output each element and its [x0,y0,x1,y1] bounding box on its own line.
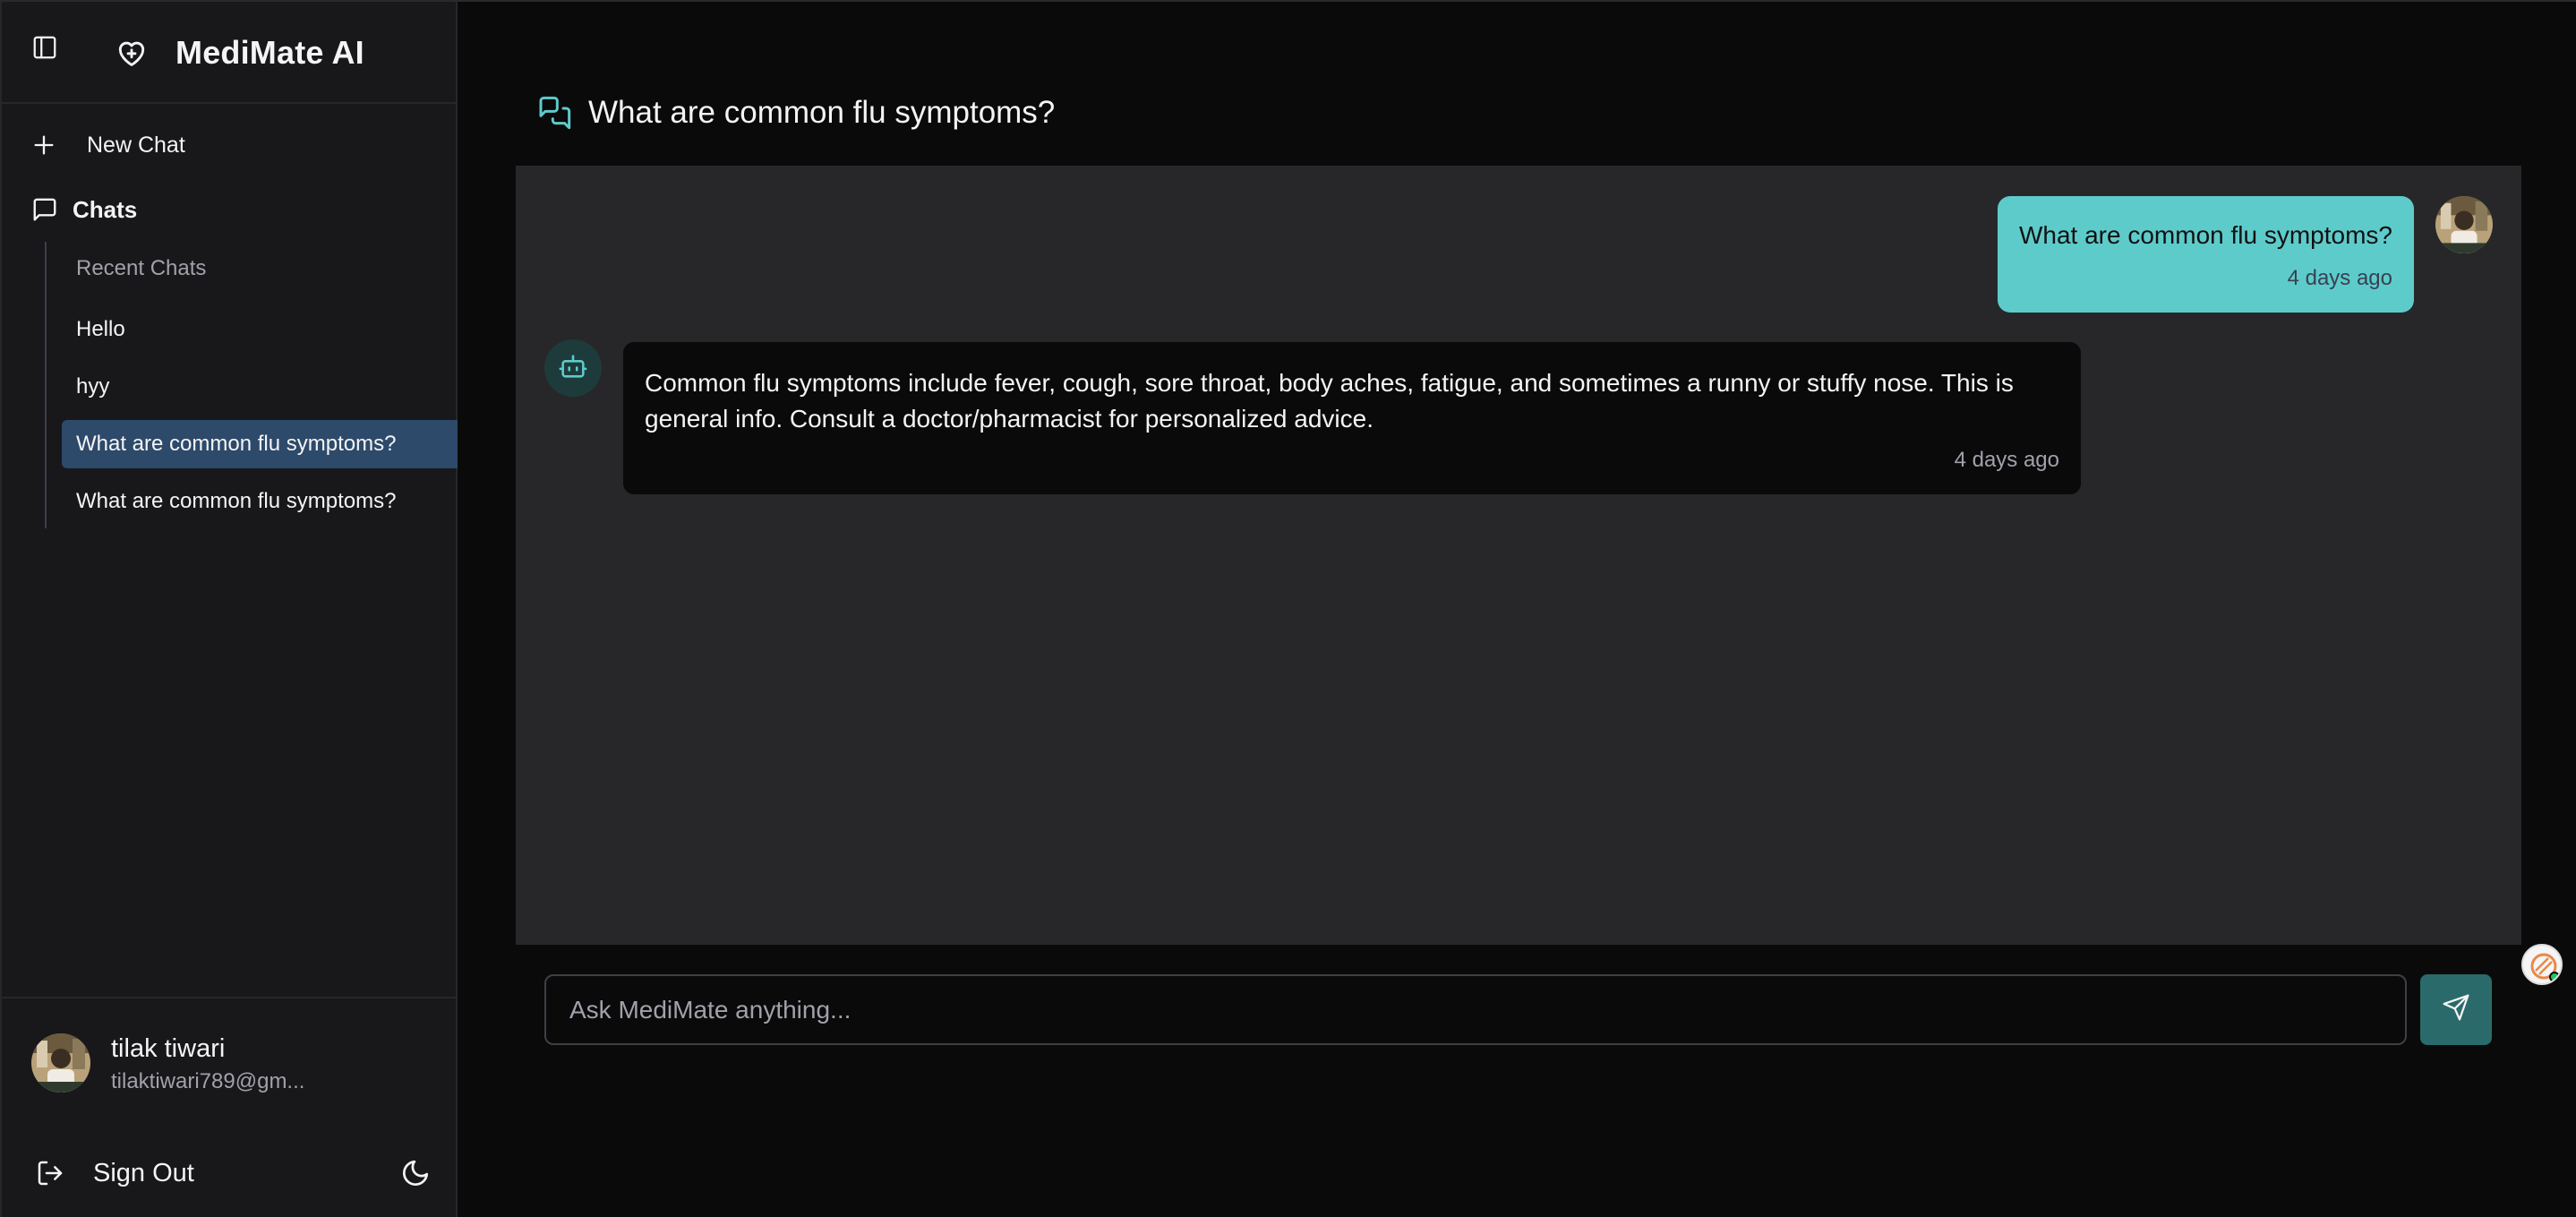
message-square-icon [31,196,58,223]
send-button[interactable] [2420,974,2492,1045]
floating-profile-widget[interactable] [2521,944,2563,985]
chat-input[interactable] [546,976,2405,1043]
main-panel: What are common flu symptoms? What are c… [458,0,2576,1217]
user-message-text: What are common flu symptoms? [2018,221,2392,249]
send-icon [2442,993,2470,1026]
online-status-dot [2549,972,2560,982]
recent-chats-label: Recent Chats [76,256,207,280]
user-email: tilaktiwari789@gm... [111,1069,305,1093]
user-panel: tilak tiwari tilaktiwari789@gm... Sign O… [2,997,456,1217]
avatar[interactable] [31,1033,90,1093]
user-name: tilak tiwari [111,1034,226,1063]
sign-out-button[interactable]: Sign Out [36,1155,194,1191]
chat-list-item[interactable]: hyy [62,363,461,411]
message-list[interactable]: What are common flu symptoms? 4 days ago [516,166,2521,945]
new-chat-button[interactable]: New Chat [31,127,185,163]
sidebar-header: MediMate AI [2,2,456,104]
conversation-header: What are common flu symptoms? [536,95,1055,131]
assistant-message-time: 4 days ago [1954,448,2059,472]
bot-icon [558,351,588,386]
log-out-icon [36,1159,64,1187]
sidebar-toggle-icon[interactable] [31,34,58,61]
heart-plus-icon [115,36,149,70]
page-title: What are common flu symptoms? [588,95,1056,130]
user-message: What are common flu symptoms? 4 days ago [1997,196,2414,313]
chat-list-item[interactable]: Hello [62,305,461,354]
assistant-message: Common flu symptoms include fever, cough… [623,342,2081,494]
sidebar: MediMate AI New Chat Chats Recent Chats … [0,0,461,1217]
chats-label: Chats [73,195,138,223]
user-message-time: 4 days ago [2287,266,2392,290]
messages-icon [536,95,572,131]
new-chat-label: New Chat [87,132,185,158]
message-composer [544,974,2407,1045]
chats-section-toggle[interactable]: Chats [31,192,137,227]
assistant-message-text: Common flu symptoms include fever, cough… [645,369,2014,433]
chat-list: Recent Chats Hello hyy What are common f… [45,242,461,528]
chat-list-item[interactable]: What are common flu symptoms? [62,477,461,526]
plus-icon [31,133,56,158]
avatar [2435,196,2493,253]
chat-list-item-active[interactable]: What are common flu symptoms? [62,420,461,468]
sign-out-label: Sign Out [93,1158,194,1187]
moon-icon[interactable] [400,1158,431,1188]
bot-avatar [544,339,602,397]
app-title: MediMate AI [175,34,364,71]
